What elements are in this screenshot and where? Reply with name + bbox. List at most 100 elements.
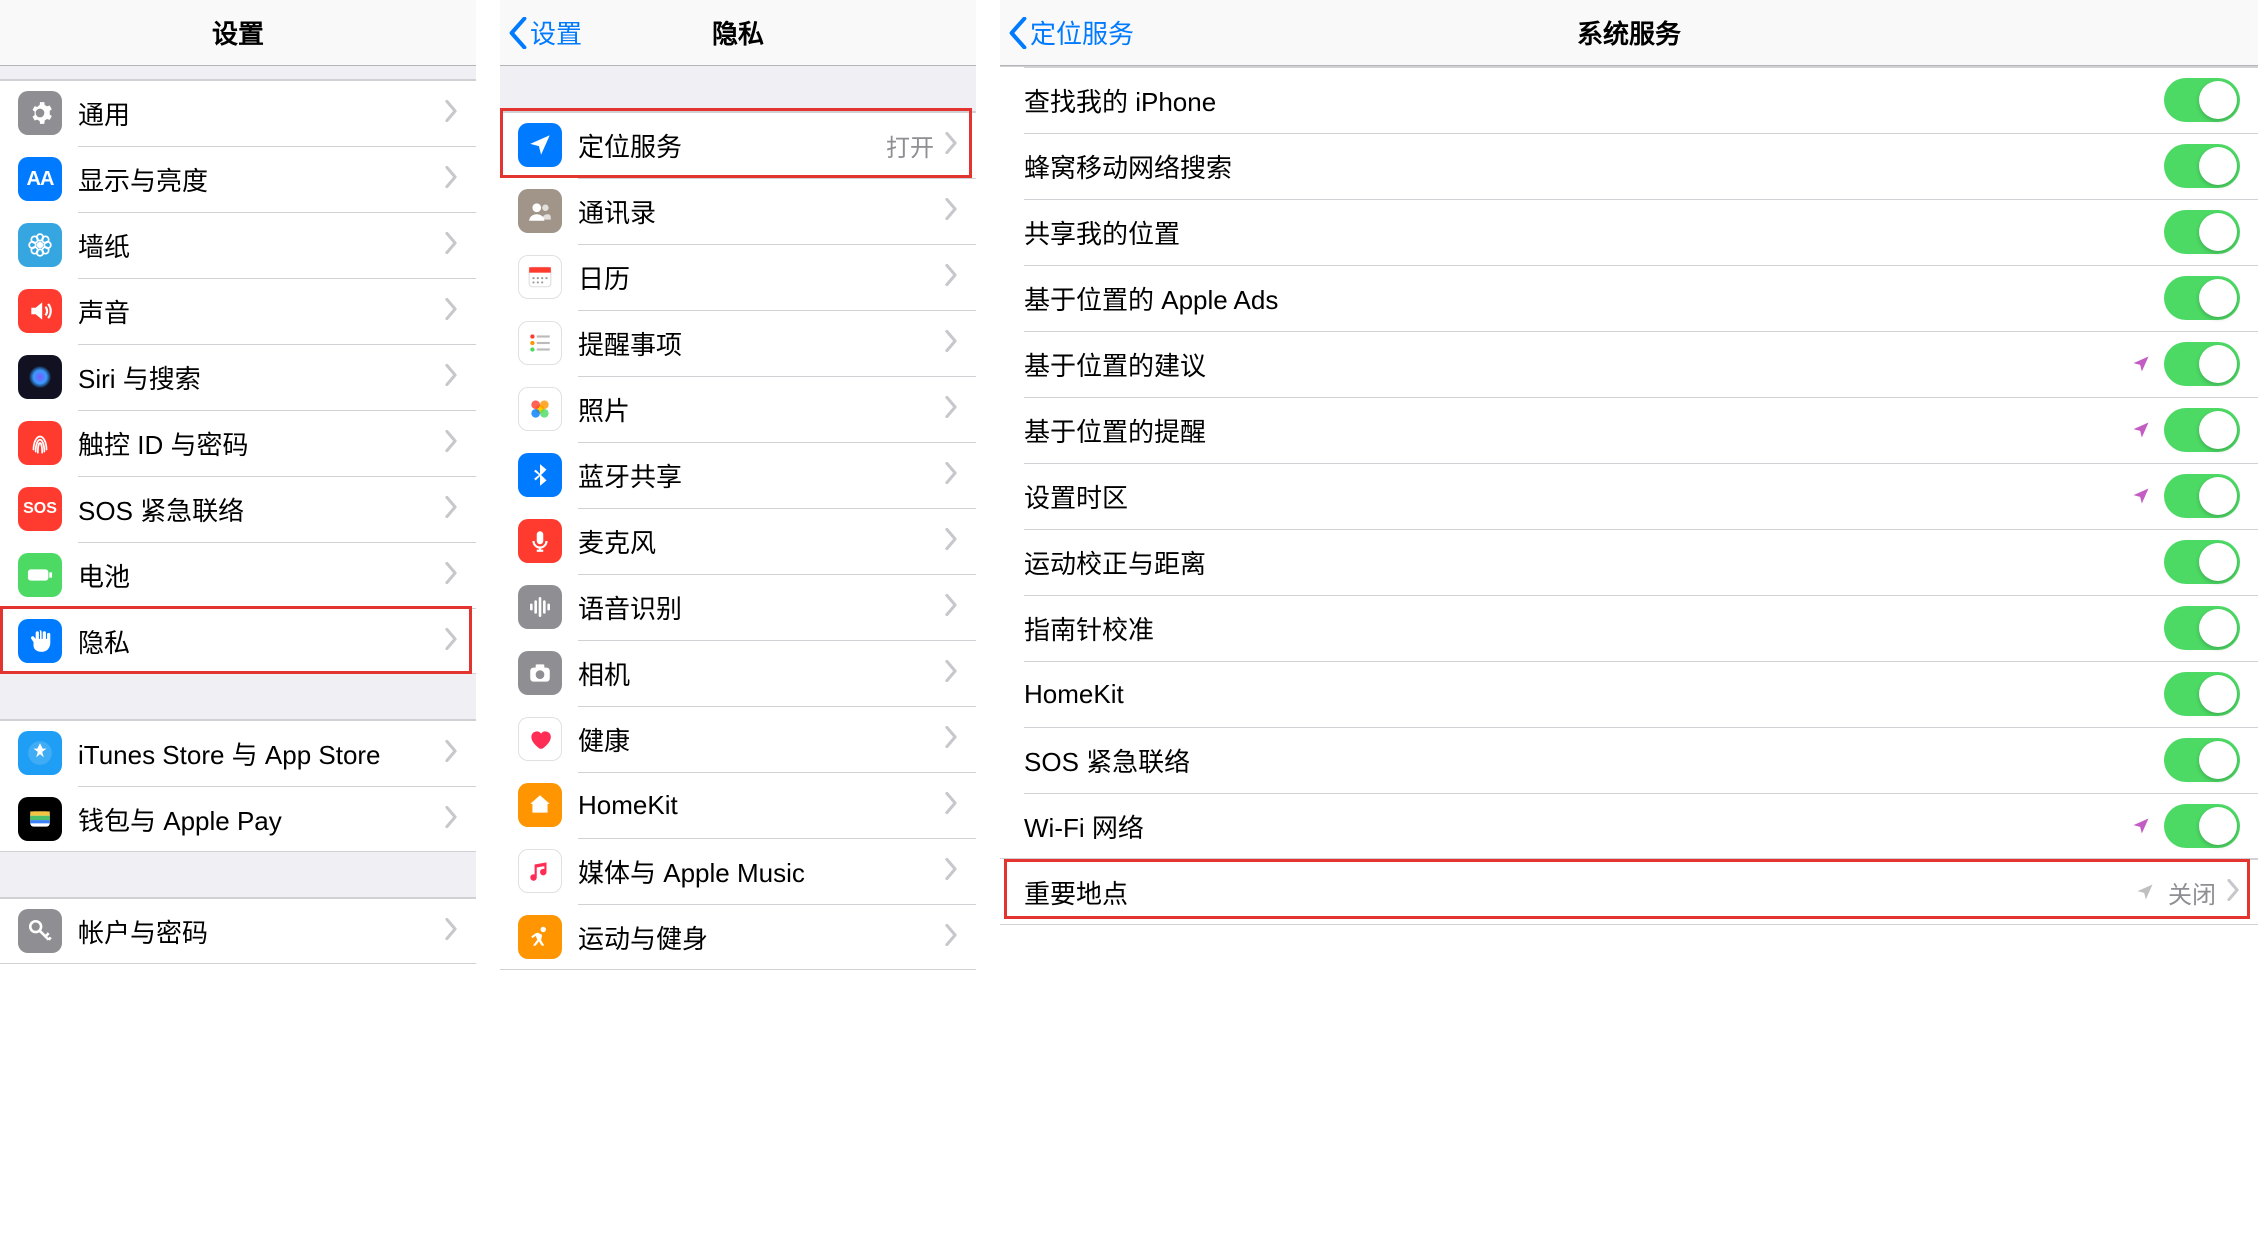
list-row[interactable]: 墙纸 [0,212,476,278]
nav-bar: 设置 [0,0,476,66]
chevron-right-icon [944,528,958,555]
toggle-switch[interactable] [2164,672,2240,716]
battery-icon [18,553,62,597]
list-row[interactable]: 通讯录 [500,178,976,244]
nav-title: 系统服务 [1577,14,1681,51]
list-row[interactable]: 健康 [500,706,976,772]
list-row[interactable]: 钱包与 Apple Pay [0,786,476,852]
toggle-switch[interactable] [2164,408,2240,452]
chevron-right-icon [444,806,458,833]
row-label: 钱包与 Apple Pay [78,801,444,838]
camera-icon [518,651,562,695]
list-row[interactable]: SOSSOS 紧急联络 [0,476,476,542]
row-detail: 关闭 [2168,875,2216,910]
toggle-switch[interactable] [2164,210,2240,254]
toggle-switch[interactable] [2164,738,2240,782]
chevron-right-icon [944,264,958,291]
photos-icon [518,387,562,431]
row-label: 通用 [78,95,444,132]
row-label: 语音识别 [578,589,944,626]
location-indicator-icon [2130,485,2152,507]
list-row[interactable]: HomeKit [500,772,976,838]
toggle-switch[interactable] [2164,78,2240,122]
toggle-switch[interactable] [2164,540,2240,584]
chevron-left-icon [508,17,528,49]
row-label: HomeKit [1024,679,2164,710]
health-icon [518,717,562,761]
list-row[interactable]: Siri 与搜索 [0,344,476,410]
list-row[interactable]: 日历 [500,244,976,310]
list-row[interactable]: 麦克风 [500,508,976,574]
speaker-icon [18,289,62,333]
chevron-left-icon [1008,17,1028,49]
list-row[interactable]: 提醒事项 [500,310,976,376]
toggle-row: Wi-Fi 网络 [1000,793,2258,859]
touchid-icon [18,421,62,465]
gear-icon [18,91,62,135]
list-row[interactable]: iTunes Store 与 App Store [0,720,476,786]
toggle-row: 蜂窝移动网络搜索 [1000,133,2258,199]
row-label: Wi-Fi 网络 [1024,808,2130,845]
toggle-row: 指南针校准 [1000,595,2258,661]
list-row[interactable]: 照片 [500,376,976,442]
toggle-switch[interactable] [2164,804,2240,848]
toggle-switch[interactable] [2164,606,2240,650]
list-row[interactable]: 蓝牙共享 [500,442,976,508]
privacy-group: 定位服务打开通讯录日历提醒事项照片蓝牙共享麦克风语音识别相机健康 HomeKit 媒… [500,112,976,970]
chevron-right-icon [444,100,458,127]
row-label: 基于位置的 Apple Ads [1024,280,2164,317]
hand-icon [18,619,62,663]
location-indicator-icon [2134,881,2156,903]
row-label: 健康 [578,721,944,758]
back-label: 设置 [530,14,582,51]
list-row[interactable]: 电池 [0,542,476,608]
list-row[interactable]: 语音识别 [500,574,976,640]
back-button[interactable]: 定位服务 [1008,0,1134,65]
row-label: 触控 ID 与密码 [78,425,444,462]
row-label: 照片 [578,391,944,428]
row-label: 电池 [78,557,444,594]
list-row[interactable]: 触控 ID 与密码 [0,410,476,476]
list-row[interactable]: 定位服务打开 [500,112,976,178]
chevron-right-icon [944,462,958,489]
toggle-switch[interactable] [2164,474,2240,518]
wallet-icon [18,797,62,841]
chevron-right-icon [444,496,458,523]
row-label: 定位服务 [578,127,886,164]
row-label: 蓝牙共享 [578,457,944,494]
location-indicator-icon [2130,419,2152,441]
list-row[interactable]: 隐私 [0,608,476,674]
toggle-row: 共享我的位置 [1000,199,2258,265]
row-label: 帐户与密码 [78,913,444,950]
list-row[interactable]: AA显示与亮度 [0,146,476,212]
toggle-switch[interactable] [2164,276,2240,320]
toggle-switch[interactable] [2164,144,2240,188]
chevron-right-icon [944,726,958,753]
list-row[interactable]: 通用 [0,80,476,146]
list-row[interactable]: 声音 [0,278,476,344]
nav-title: 隐私 [712,14,764,51]
chevron-right-icon [944,330,958,357]
list-row[interactable]: 相机 [500,640,976,706]
back-label: 定位服务 [1030,14,1134,51]
list-row[interactable]: 运动与健身 [500,904,976,970]
list-row[interactable]: 媒体与 Apple Music [500,838,976,904]
chevron-right-icon [944,792,958,819]
row-label: iTunes Store 与 App Store [78,735,444,772]
row-label: 运动与健身 [578,919,944,956]
back-button[interactable]: 设置 [508,0,582,65]
system-services-footer-group: 重要地点关闭 [1000,858,2258,925]
row-label: 媒体与 Apple Music [578,853,944,890]
chevron-right-icon [444,628,458,655]
toggle-row: HomeKit [1000,661,2258,727]
row-label: 指南针校准 [1024,610,2164,647]
row-label: SOS 紧急联络 [78,491,444,528]
list-row[interactable]: 帐户与密码 [0,898,476,964]
music-icon [518,849,562,893]
row-label: 日历 [578,259,944,296]
settings-screen: 设置 通用 AA显示与亮度墙纸声音Siri 与搜索触控 ID 与密码 SOSSOS … [0,0,476,1241]
significant-locations-row[interactable]: 重要地点关闭 [1000,859,2258,925]
toggle-switch[interactable] [2164,342,2240,386]
nav-bar: 定位服务 系统服务 [1000,0,2258,66]
chevron-right-icon [944,132,958,159]
